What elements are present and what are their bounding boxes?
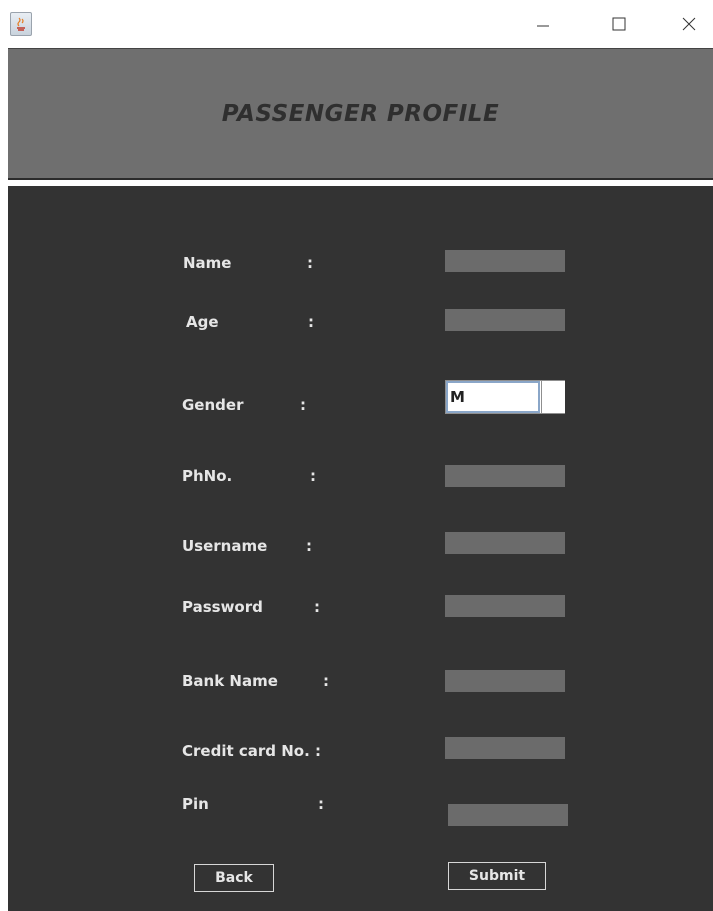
username-colon: : <box>306 537 312 555</box>
submit-button[interactable]: Submit <box>448 862 546 890</box>
bank-name-label: Bank Name <box>182 672 278 690</box>
minimize-icon[interactable] <box>520 0 566 48</box>
chevron-down-icon[interactable] <box>541 381 565 413</box>
age-colon: : <box>308 313 314 331</box>
close-icon[interactable] <box>666 0 712 48</box>
phone-label: PhNo. <box>182 467 233 485</box>
pin-label: Pin <box>182 795 209 813</box>
gender-select-value[interactable]: M <box>446 381 540 413</box>
gender-colon: : <box>300 396 306 414</box>
age-field[interactable] <box>445 309 565 331</box>
phone-field[interactable] <box>445 465 565 487</box>
maximize-icon[interactable] <box>596 0 642 48</box>
gender-select[interactable]: M <box>445 380 565 414</box>
back-button[interactable]: Back <box>194 864 274 892</box>
username-field[interactable] <box>445 532 565 554</box>
name-label: Name <box>183 254 232 272</box>
credit-card-label: Credit card No. : <box>182 742 321 760</box>
bank-name-colon: : <box>323 672 329 690</box>
pin-field[interactable] <box>448 804 568 826</box>
gender-label: Gender <box>182 396 244 414</box>
password-field[interactable] <box>445 595 565 617</box>
username-label: Username <box>182 537 268 555</box>
java-app-icon[interactable] <box>10 12 32 36</box>
age-label: Age <box>186 313 219 331</box>
password-label: Password <box>182 598 263 616</box>
phone-colon: : <box>310 467 316 485</box>
page-title: PASSENGER PROFILE <box>221 100 500 127</box>
credit-card-field[interactable] <box>445 737 565 759</box>
pin-colon: : <box>318 795 324 813</box>
name-field[interactable] <box>445 250 565 272</box>
form-panel <box>8 186 713 911</box>
bank-name-field[interactable] <box>445 670 565 692</box>
password-colon: : <box>314 598 320 616</box>
page-header: PASSENGER PROFILE <box>8 48 713 178</box>
name-colon: : <box>307 254 313 272</box>
window-titlebar <box>0 0 713 48</box>
